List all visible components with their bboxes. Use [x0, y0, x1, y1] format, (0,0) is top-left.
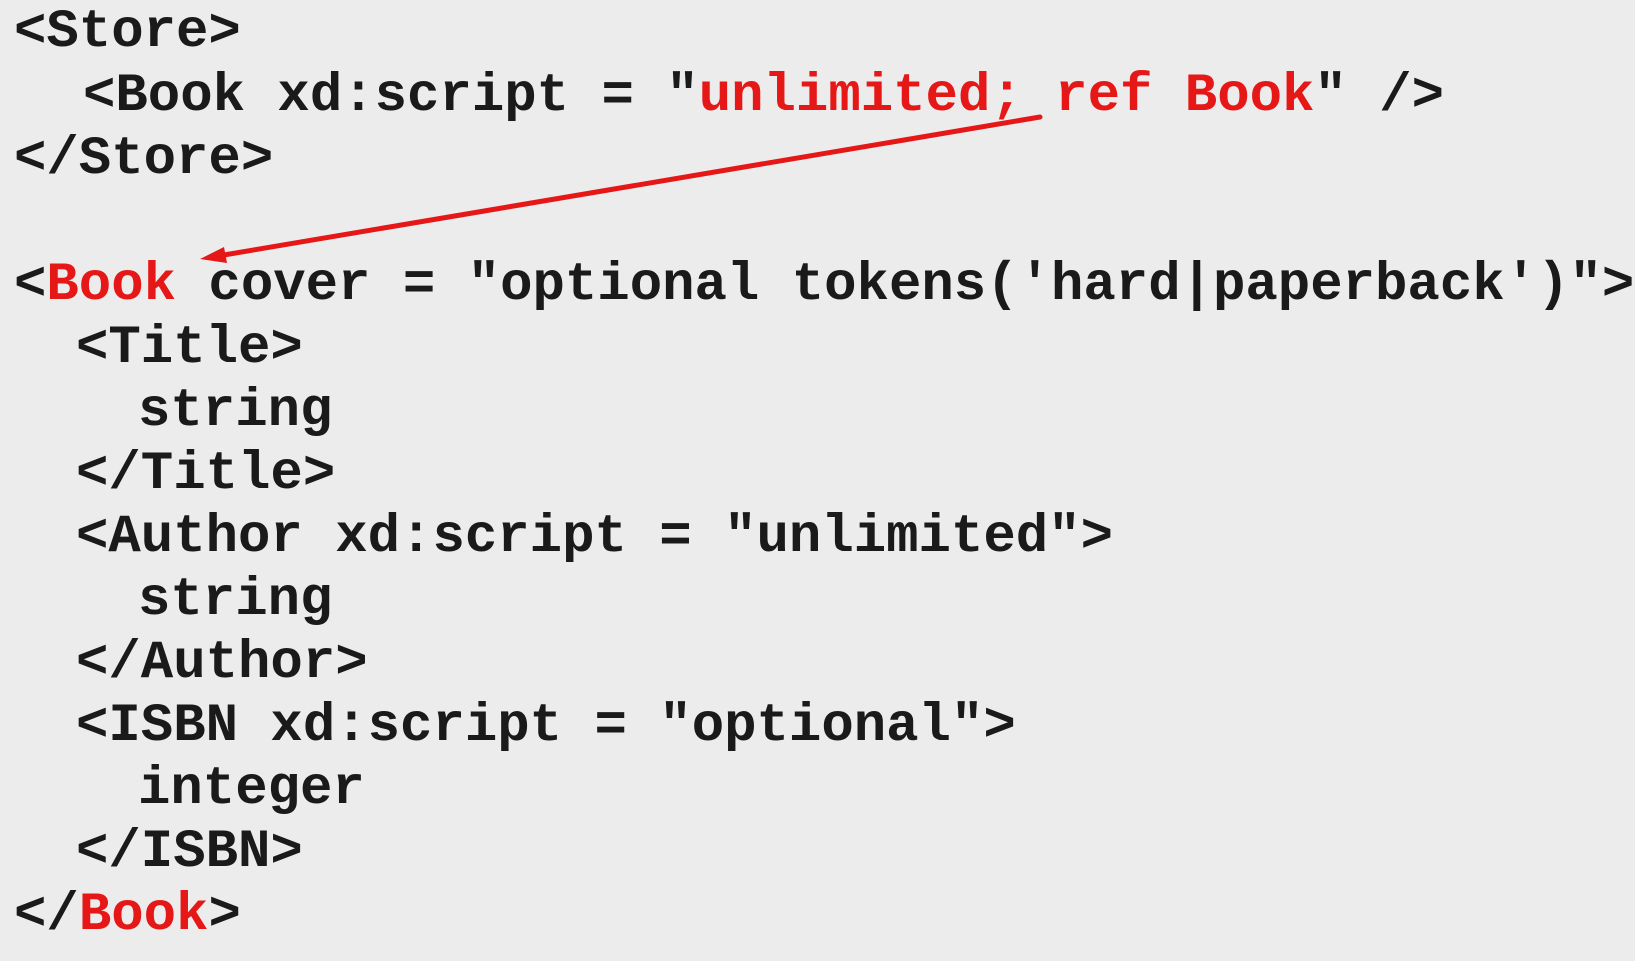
book-reference-tag-end: " />	[1314, 66, 1445, 127]
author-value: string	[138, 574, 332, 628]
book-close-end: >	[208, 885, 241, 946]
author-open-tag: <Author xd:script = "unlimited">	[76, 511, 1113, 565]
isbn-close-text: </ISBN>	[76, 822, 303, 883]
isbn-open-text: <ISBN xd:script = "optional">	[76, 696, 1016, 757]
author-value-text: string	[138, 570, 333, 631]
isbn-open-tag: <ISBN xd:script = "optional">	[76, 700, 1016, 754]
isbn-value-text: integer	[138, 759, 365, 820]
title-value-text: string	[138, 381, 333, 442]
title-open-tag: <Title>	[76, 322, 303, 376]
book-definition-line: <Book cover = "optional tokens('hard|pap…	[14, 259, 1634, 313]
author-close-text: </Author>	[76, 633, 368, 694]
book-definition-bracket: <	[14, 255, 47, 316]
author-open-text: <Author xd:script = "unlimited">	[76, 507, 1113, 568]
code-listing: <Store> <Book xd:script = "unlimited; re…	[0, 0, 1635, 961]
book-close-bracket: </	[14, 885, 79, 946]
store-open-text: <Store>	[14, 2, 241, 63]
store-close-tag: </Store>	[14, 133, 273, 187]
isbn-close-tag: </ISBN>	[76, 826, 303, 880]
title-value: string	[138, 385, 332, 439]
book-reference-tag-start: <Book xd:script = "	[83, 66, 699, 127]
title-close-tag: </Title>	[76, 448, 335, 502]
title-close-text: </Title>	[76, 444, 336, 505]
author-close-tag: </Author>	[76, 637, 368, 691]
book-close-name: Book	[78, 885, 209, 946]
store-close-text: </Store>	[14, 129, 274, 190]
book-reference-line: <Book xd:script = "unlimited; ref Book" …	[83, 70, 1444, 124]
book-close-line: </Book>	[14, 889, 241, 943]
store-open-tag: <Store>	[14, 6, 241, 60]
title-open-text: <Title>	[76, 318, 303, 379]
book-definition-name: Book	[46, 255, 177, 316]
book-reference-script-value: unlimited; ref Book	[698, 66, 1315, 127]
isbn-value: integer	[138, 763, 365, 817]
book-definition-attributes: cover = "optional tokens('hard|paperback…	[176, 255, 1635, 316]
